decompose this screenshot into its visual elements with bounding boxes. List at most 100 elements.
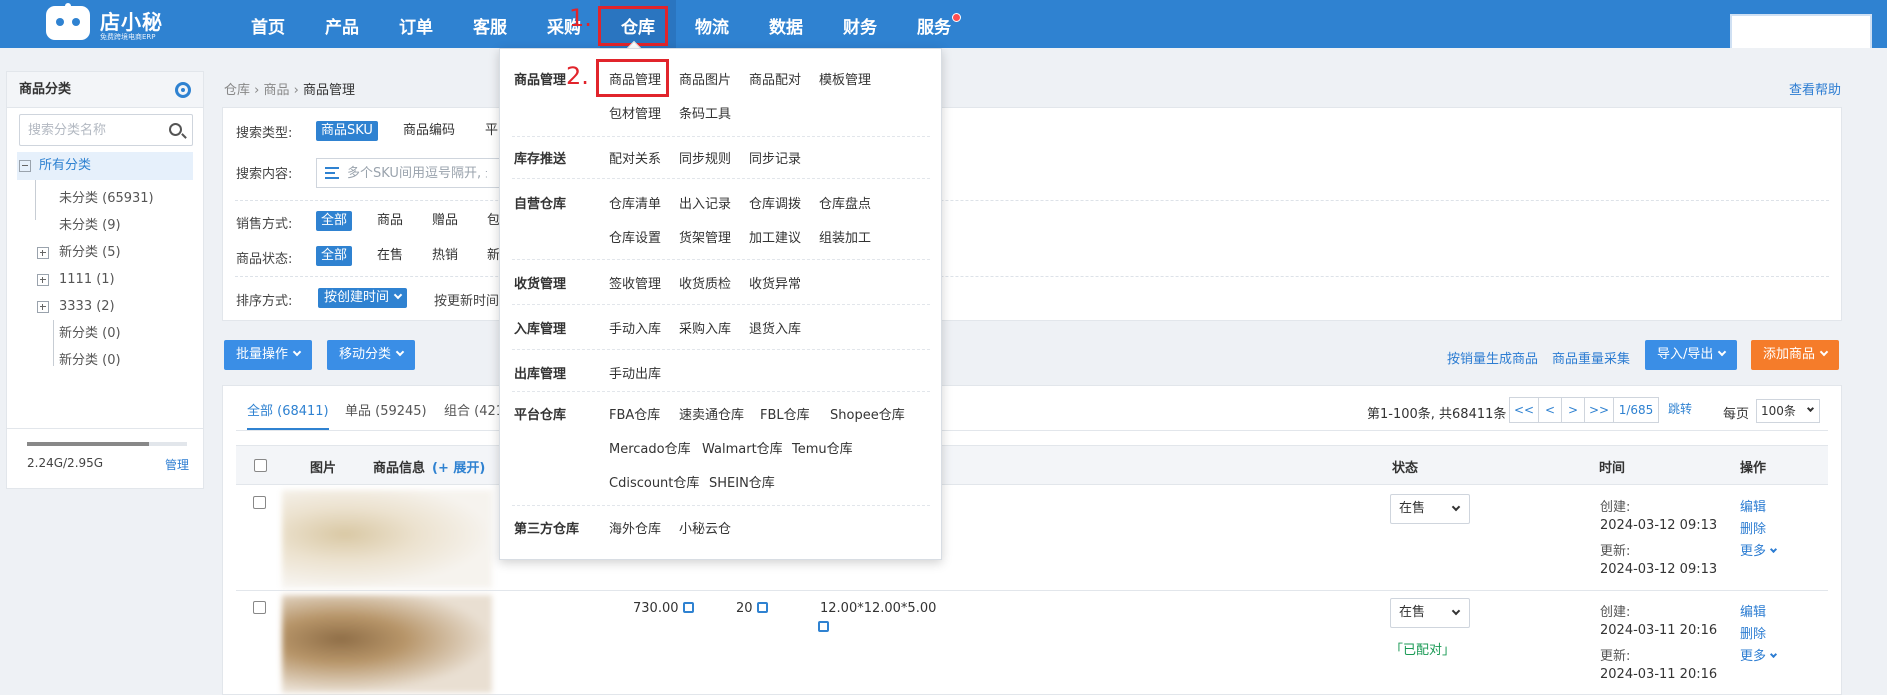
dd-item-in-out-records[interactable]: 出入记录 [679, 193, 731, 212]
pager-next-button[interactable]: > [1561, 397, 1585, 423]
dd-item-warehouse-settings[interactable]: 仓库设置 [609, 227, 661, 246]
nav-products[interactable]: 产品 [304, 0, 380, 48]
delete-link[interactable]: 删除 [1740, 518, 1766, 537]
dd-item-receiving-qc[interactable]: 收货质检 [679, 273, 731, 292]
edit-icon[interactable] [756, 602, 768, 613]
search-type-sku[interactable]: 商品SKU [316, 121, 378, 141]
tree-item-new-2[interactable]: 新分类 (0) [59, 320, 121, 348]
dd-item-aliexpress[interactable]: 速卖通仓库 [679, 404, 744, 423]
product-image[interactable] [282, 595, 492, 693]
dd-item-temu[interactable]: Temu仓库 [792, 438, 853, 457]
import-export-button[interactable]: 导入/导出 [1645, 340, 1738, 370]
nav-finance[interactable]: 财务 [822, 0, 898, 48]
dd-item-packaging-mgmt[interactable]: 包材管理 [609, 103, 661, 122]
dd-item-stocktake[interactable]: 仓库盘点 [819, 193, 871, 212]
dd-item-overseas-warehouse[interactable]: 海外仓库 [609, 518, 661, 537]
sale-product[interactable]: 商品 [372, 211, 408, 231]
sale-gift[interactable]: 赠品 [427, 211, 463, 231]
dd-item-manual-inbound[interactable]: 手动入库 [609, 318, 661, 337]
dd-item-receiving-exceptions[interactable]: 收货异常 [749, 273, 801, 292]
more-link[interactable]: 更多 [1740, 540, 1778, 559]
dd-item-template-mgmt[interactable]: 模板管理 [819, 69, 871, 88]
dd-item-warehouse-transfer[interactable]: 仓库调拨 [749, 193, 801, 212]
tree-item-all[interactable]: 所有分类 [17, 152, 193, 180]
dd-item-manual-outbound[interactable]: 手动出库 [609, 363, 661, 382]
dd-item-product-matching[interactable]: 商品配对 [749, 69, 801, 88]
pager-jump-button[interactable]: 跳转 [1658, 397, 1702, 423]
sort-by-updated[interactable]: 按更新时间 [434, 290, 499, 309]
tab-all[interactable]: 全部 (68411) [247, 400, 329, 430]
search-type-code[interactable]: 商品编码 [398, 121, 460, 141]
status-select[interactable]: 在售 [1390, 598, 1470, 628]
expand-link[interactable]: (+ 展开) [432, 457, 485, 476]
dd-item-mercado[interactable]: Mercado仓库 [609, 438, 691, 457]
row-checkbox[interactable] [253, 496, 266, 509]
sale-all[interactable]: 全部 [316, 211, 353, 231]
row-checkbox[interactable] [253, 601, 266, 614]
settings-gear-icon[interactable] [175, 82, 191, 98]
generate-by-sales-link[interactable]: 按销量生成商品 [1447, 348, 1538, 367]
edit-icon[interactable] [682, 602, 694, 613]
batch-operations-button[interactable]: 批量操作 [224, 340, 313, 370]
pager-last-button[interactable]: >> [1584, 397, 1614, 423]
dd-item-xiaomi-cloud[interactable]: 小秘云仓 [679, 518, 731, 537]
pager-page-indicator[interactable]: 1/685 [1613, 397, 1659, 423]
edit-link[interactable]: 编辑 [1740, 601, 1766, 620]
weight-collect-link[interactable]: 商品重量采集 [1552, 348, 1630, 367]
dd-item-sync-rules[interactable]: 同步规则 [679, 148, 731, 167]
dd-item-cdiscount[interactable]: Cdiscount仓库 [609, 472, 699, 491]
collapse-icon[interactable] [19, 160, 31, 172]
nav-service[interactable]: 服务 [896, 0, 972, 48]
tree-item-uncategorized-1[interactable]: 未分类 (65931) [59, 185, 154, 213]
dd-item-sign-mgmt[interactable]: 签收管理 [609, 273, 661, 292]
status-on-sale[interactable]: 在售 [372, 246, 408, 266]
breadcrumb-warehouse[interactable]: 仓库 [224, 83, 250, 98]
search-icon[interactable] [169, 123, 182, 136]
dd-item-product-images[interactable]: 商品图片 [679, 69, 731, 88]
more-link[interactable]: 更多 [1740, 645, 1778, 664]
dd-item-fbl[interactable]: FBL仓库 [760, 404, 810, 423]
search-content-input[interactable] [317, 159, 487, 187]
product-image[interactable] [282, 490, 492, 588]
tree-item-new-3[interactable]: 新分类 (0) [59, 347, 121, 375]
add-product-button[interactable]: 添加商品 [1751, 340, 1840, 370]
dd-item-shein[interactable]: SHEIN仓库 [709, 472, 775, 491]
tree-item-uncategorized-2[interactable]: 未分类 (9) [59, 212, 121, 240]
status-select[interactable]: 在售 [1390, 494, 1470, 524]
dd-item-purchase-inbound[interactable]: 采购入库 [679, 318, 731, 337]
brand-logo[interactable]: 店小秘 免费跨境电商ERP [46, 3, 176, 44]
nav-orders[interactable]: 订单 [378, 0, 454, 48]
expand-icon[interactable] [37, 274, 49, 286]
select-all-checkbox[interactable] [254, 459, 267, 472]
edit-icon[interactable] [818, 621, 829, 632]
nav-customer-service[interactable]: 客服 [452, 0, 528, 48]
expand-icon[interactable] [37, 247, 49, 259]
dd-item-walmart[interactable]: Walmart仓库 [702, 438, 783, 457]
dd-item-barcode-tool[interactable]: 条码工具 [679, 103, 731, 122]
delete-link[interactable]: 删除 [1740, 623, 1766, 642]
dd-item-sync-records[interactable]: 同步记录 [749, 148, 801, 167]
tab-combo[interactable]: 组合 (421 [444, 400, 504, 430]
dd-item-return-inbound[interactable]: 退货入库 [749, 318, 801, 337]
per-page-select[interactable]: 100条 [1756, 399, 1820, 423]
nav-home[interactable]: 首页 [230, 0, 306, 48]
user-area[interactable] [1730, 14, 1872, 48]
nav-logistics[interactable]: 物流 [674, 0, 750, 48]
category-search-input[interactable] [20, 115, 160, 145]
edit-link[interactable]: 编辑 [1740, 496, 1766, 515]
status-hot[interactable]: 热销 [427, 246, 463, 266]
move-category-button[interactable]: 移动分类 [327, 340, 416, 370]
pager-first-button[interactable]: << [1509, 397, 1539, 423]
nav-data[interactable]: 数据 [748, 0, 824, 48]
dd-item-shelf-mgmt[interactable]: 货架管理 [679, 227, 731, 246]
dd-item-shopee[interactable]: Shopee仓库 [830, 404, 905, 423]
dd-item-processing-advice[interactable]: 加工建议 [749, 227, 801, 246]
tab-single[interactable]: 单品 (59245) [345, 400, 427, 430]
pager-prev-button[interactable]: < [1538, 397, 1562, 423]
breadcrumb-products[interactable]: 商品 [263, 83, 289, 98]
storage-manage-link[interactable]: 管理 [165, 456, 189, 473]
dd-item-matching-relations[interactable]: 配对关系 [609, 148, 661, 167]
status-all[interactable]: 全部 [316, 246, 353, 266]
dd-item-warehouse-list[interactable]: 仓库清单 [609, 193, 661, 212]
dd-item-fba[interactable]: FBA仓库 [609, 404, 660, 423]
